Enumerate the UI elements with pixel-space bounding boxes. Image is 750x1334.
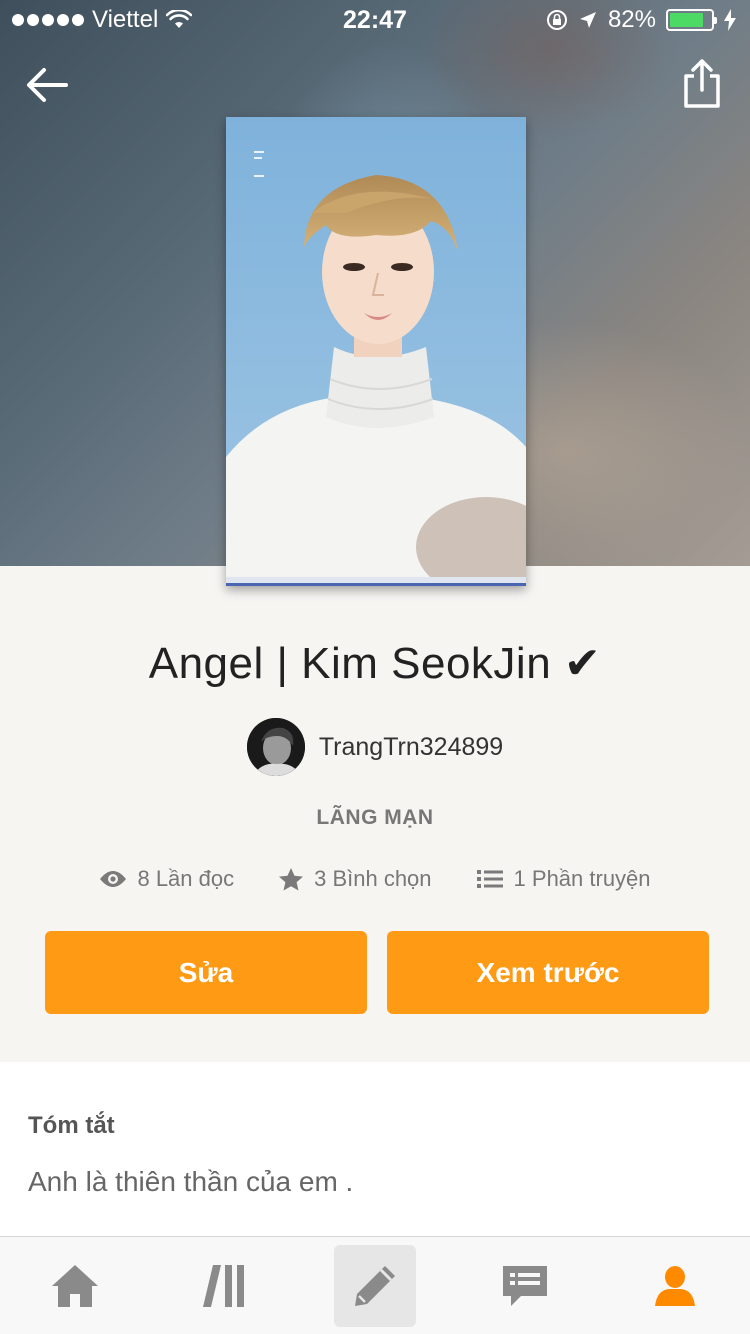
tab-write[interactable] (334, 1245, 416, 1327)
author-link[interactable]: TrangTrn324899 (0, 718, 750, 776)
cover-image (226, 117, 526, 586)
avatar-image (246, 718, 305, 776)
tab-library[interactable] (184, 1245, 266, 1327)
share-icon (684, 59, 720, 108)
list-icon (476, 870, 503, 888)
back-button[interactable] (22, 60, 72, 110)
battery-level (670, 13, 703, 27)
author-name: TrangTrn324899 (318, 732, 504, 761)
summary-section: Tóm tắt Anh là thiên thần của em . (0, 1062, 750, 1236)
tab-bar (0, 1236, 750, 1334)
story-stats: 8 Lần đọc 3 Bình chọn 1 Phần truyện (0, 866, 750, 892)
location-icon (579, 12, 596, 28)
votes-stat: 3 Bình chọn (278, 866, 432, 892)
genre-tag[interactable]: LÃNG MẠN (0, 806, 750, 830)
profile-icon (655, 1266, 695, 1306)
star-icon (279, 868, 304, 891)
messages-icon (503, 1266, 547, 1306)
battery-icon (666, 9, 717, 31)
arrow-left-icon (27, 68, 68, 102)
reads-label: 8 Lần đọc (137, 866, 235, 891)
tab-messages[interactable] (484, 1245, 566, 1327)
share-button[interactable] (680, 56, 724, 112)
write-icon (355, 1266, 395, 1306)
story-title: Angel | Kim SeokJin ✔ (148, 639, 602, 688)
charging-icon (724, 9, 736, 31)
summary-heading: Tóm tắt (28, 1112, 115, 1139)
tab-profile[interactable] (634, 1245, 716, 1327)
eye-icon (100, 871, 127, 887)
parts-label: 1 Phần truyện (513, 866, 651, 891)
avatar (246, 718, 305, 776)
votes-label: 3 Bình chọn (314, 866, 432, 891)
battery-percent: 82% (607, 6, 656, 33)
home-icon (52, 1265, 98, 1307)
rotation-lock-icon (546, 10, 567, 30)
library-icon (203, 1265, 244, 1307)
status-bar: Viettel 22:47 82% (0, 0, 750, 40)
story-cover[interactable] (226, 117, 526, 586)
reads-stat: 8 Lần đọc (99, 866, 234, 892)
summary-text: Anh là thiên thần của em . (28, 1166, 354, 1197)
tab-home[interactable] (34, 1245, 116, 1327)
edit-button[interactable]: Sửa (45, 931, 367, 1014)
preview-button[interactable]: Xem trước (387, 931, 709, 1014)
parts-stat: 1 Phần truyện (476, 866, 651, 892)
status-right: 82% (546, 6, 736, 34)
